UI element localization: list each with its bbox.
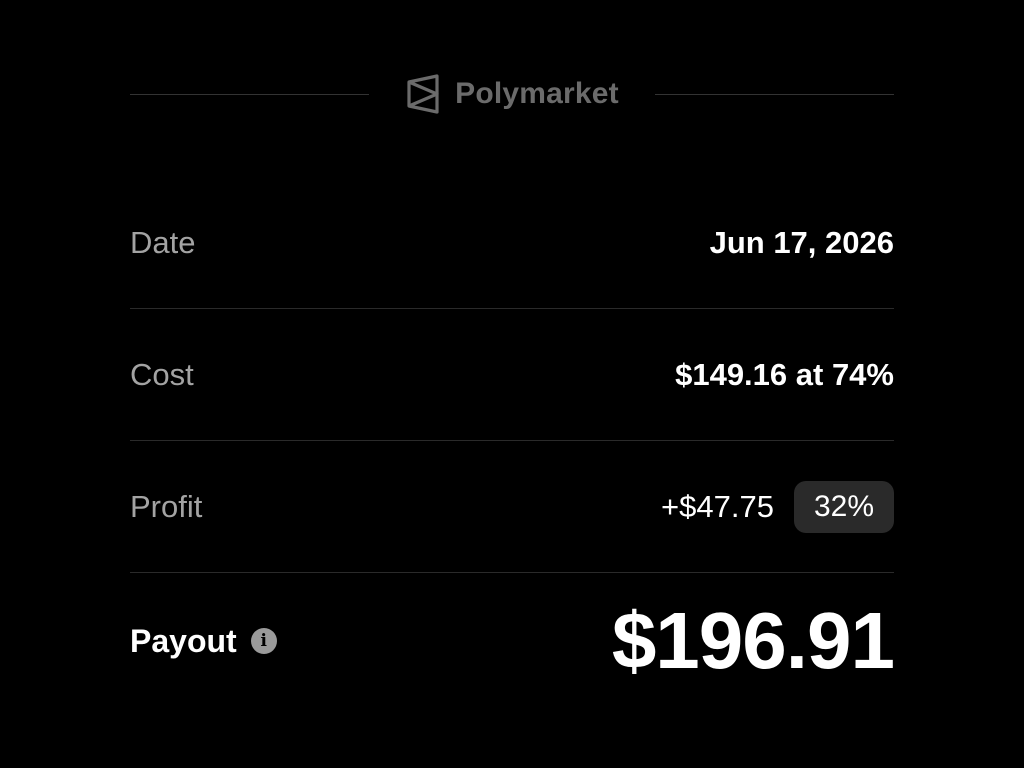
brand: Polymarket [369,74,655,114]
profit-percent-badge: 32% [793,480,894,533]
date-value: Jun 17, 2026 [709,224,894,260]
profit-row: Profit +$47.75 32% [130,441,894,573]
profit-amount: +$47.75 [661,488,774,524]
cost-row: Cost $149.16 at 74% [130,309,894,441]
brand-divider-left [130,93,370,95]
payout-value: $196.91 [611,596,895,685]
brand-header: Polymarket [130,72,894,116]
date-row: Date Jun 17, 2026 [130,177,894,309]
payout-row: Payout i $196.91 [130,573,895,709]
payout-card: Polymarket Date Jun 17, 2026 Cost $149.1… [0,0,1024,768]
cost-label: Cost [130,356,194,392]
brand-name: Polymarket [455,77,619,110]
polymarket-logo-icon [407,74,439,114]
details-list: Date Jun 17, 2026 Cost $149.16 at 74% Pr… [130,177,895,709]
profit-values: +$47.75 32% [661,480,894,533]
date-label: Date [130,224,196,260]
info-icon[interactable]: i [250,628,277,654]
brand-divider-right [654,93,894,95]
payout-label: Payout [130,622,237,659]
payout-label-group: Payout i [130,623,277,660]
profit-label: Profit [130,488,203,524]
cost-value: $149.16 at 74% [675,356,894,392]
